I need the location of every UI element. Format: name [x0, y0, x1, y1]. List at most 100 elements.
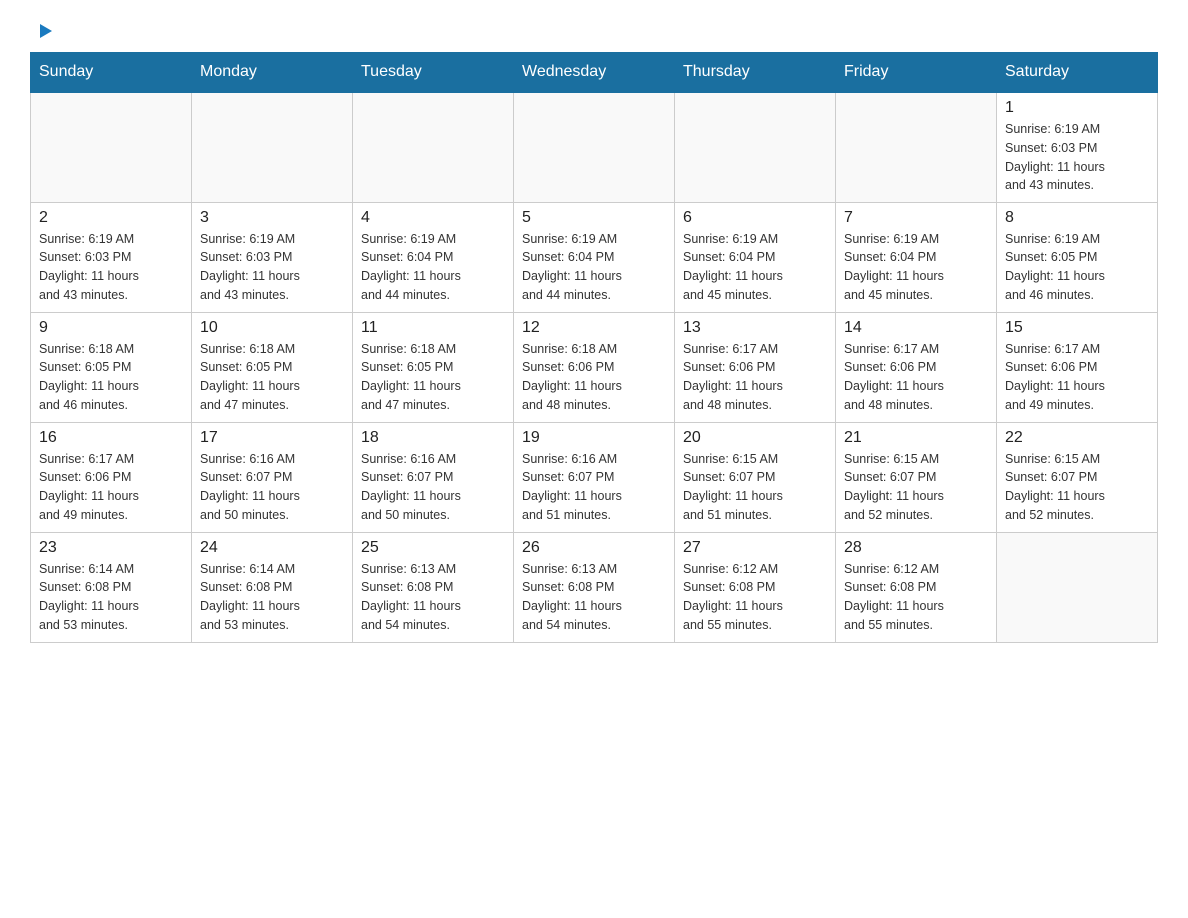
day-number: 6 [683, 209, 827, 227]
calendar-cell: 13 Sunrise: 6:17 AM Sunset: 6:06 PM Dayli… [675, 312, 836, 422]
day-number: 17 [200, 429, 344, 447]
calendar-table: SundayMondayTuesdayWednesdayThursdayFrid… [30, 52, 1158, 643]
page-header [30, 20, 1158, 42]
day-info: Sunrise: 6:16 AM Sunset: 6:07 PM Dayligh… [522, 450, 666, 525]
calendar-cell: 26 Sunrise: 6:13 AM Sunset: 6:08 PM Dayli… [514, 532, 675, 642]
day-info: Sunrise: 6:14 AM Sunset: 6:08 PM Dayligh… [200, 560, 344, 635]
day-number: 22 [1005, 429, 1149, 447]
calendar-cell: 5 Sunrise: 6:19 AM Sunset: 6:04 PM Daylig… [514, 202, 675, 312]
day-info: Sunrise: 6:17 AM Sunset: 6:06 PM Dayligh… [39, 450, 183, 525]
day-info: Sunrise: 6:19 AM Sunset: 6:04 PM Dayligh… [361, 230, 505, 305]
calendar-header-row: SundayMondayTuesdayWednesdayThursdayFrid… [31, 53, 1158, 93]
day-info: Sunrise: 6:19 AM Sunset: 6:03 PM Dayligh… [200, 230, 344, 305]
calendar-header-monday: Monday [192, 53, 353, 93]
day-number: 12 [522, 319, 666, 337]
calendar-cell: 7Sunrise: 6:19 AM Sunset: 6:04 PM Daylig… [836, 202, 997, 312]
day-info: Sunrise: 6:17 AM Sunset: 6:06 PM Dayligh… [844, 340, 988, 415]
day-info: Sunrise: 6:16 AM Sunset: 6:07 PM Dayligh… [361, 450, 505, 525]
day-number: 23 [39, 539, 183, 557]
day-number: 18 [361, 429, 505, 447]
calendar-cell: 12 Sunrise: 6:18 AM Sunset: 6:06 PM Dayli… [514, 312, 675, 422]
day-info: Sunrise: 6:13 AM Sunset: 6:08 PM Dayligh… [522, 560, 666, 635]
day-info: Sunrise: 6:18 AM Sunset: 6:06 PM Dayligh… [522, 340, 666, 415]
day-number: 27 [683, 539, 827, 557]
day-number: 24 [200, 539, 344, 557]
calendar-cell [997, 532, 1158, 642]
calendar-cell: 9 Sunrise: 6:18 AM Sunset: 6:05 PM Daylig… [31, 312, 192, 422]
day-number: 1 [1005, 99, 1149, 117]
day-number: 5 [522, 209, 666, 227]
day-number: 4 [361, 209, 505, 227]
calendar-cell [675, 92, 836, 202]
calendar-cell: 28 Sunrise: 6:12 AM Sunset: 6:08 PM Dayli… [836, 532, 997, 642]
day-info: Sunrise: 6:16 AM Sunset: 6:07 PM Dayligh… [200, 450, 344, 525]
day-info: Sunrise: 6:12 AM Sunset: 6:08 PM Dayligh… [683, 560, 827, 635]
day-number: 16 [39, 429, 183, 447]
calendar-cell [514, 92, 675, 202]
calendar-cell: 11 Sunrise: 6:18 AM Sunset: 6:05 PM Dayli… [353, 312, 514, 422]
day-number: 3 [200, 209, 344, 227]
day-number: 14 [844, 319, 988, 337]
day-number: 13 [683, 319, 827, 337]
calendar-cell: 24 Sunrise: 6:14 AM Sunset: 6:08 PM Dayli… [192, 532, 353, 642]
calendar-cell: 16 Sunrise: 6:17 AM Sunset: 6:06 PM Dayli… [31, 422, 192, 532]
day-number: 26 [522, 539, 666, 557]
day-info: Sunrise: 6:19 AM Sunset: 6:03 PM Dayligh… [39, 230, 183, 305]
day-number: 8 [1005, 209, 1149, 227]
calendar-cell: 15 Sunrise: 6:17 AM Sunset: 6:06 PM Dayli… [997, 312, 1158, 422]
day-info: Sunrise: 6:19 AM Sunset: 6:05 PM Dayligh… [1005, 230, 1149, 305]
day-number: 19 [522, 429, 666, 447]
day-info: Sunrise: 6:12 AM Sunset: 6:08 PM Dayligh… [844, 560, 988, 635]
day-number: 2 [39, 209, 183, 227]
calendar-cell: 3 Sunrise: 6:19 AM Sunset: 6:03 PM Daylig… [192, 202, 353, 312]
calendar-cell: 4 Sunrise: 6:19 AM Sunset: 6:04 PM Daylig… [353, 202, 514, 312]
day-info: Sunrise: 6:15 AM Sunset: 6:07 PM Dayligh… [683, 450, 827, 525]
calendar-week-row: 1Sunrise: 6:19 AM Sunset: 6:03 PM Daylig… [31, 92, 1158, 202]
calendar-cell: 25Sunrise: 6:13 AM Sunset: 6:08 PM Dayli… [353, 532, 514, 642]
day-info: Sunrise: 6:18 AM Sunset: 6:05 PM Dayligh… [200, 340, 344, 415]
logo [30, 20, 54, 42]
day-info: Sunrise: 6:17 AM Sunset: 6:06 PM Dayligh… [1005, 340, 1149, 415]
calendar-cell: 20Sunrise: 6:15 AM Sunset: 6:07 PM Dayli… [675, 422, 836, 532]
day-info: Sunrise: 6:15 AM Sunset: 6:07 PM Dayligh… [844, 450, 988, 525]
calendar-week-row: 2 Sunrise: 6:19 AM Sunset: 6:03 PM Daylig… [31, 202, 1158, 312]
day-number: 9 [39, 319, 183, 337]
day-info: Sunrise: 6:13 AM Sunset: 6:08 PM Dayligh… [361, 560, 505, 635]
day-number: 15 [1005, 319, 1149, 337]
calendar-week-row: 23 Sunrise: 6:14 AM Sunset: 6:08 PM Dayli… [31, 532, 1158, 642]
day-info: Sunrise: 6:15 AM Sunset: 6:07 PM Dayligh… [1005, 450, 1149, 525]
calendar-cell [353, 92, 514, 202]
day-number: 28 [844, 539, 988, 557]
calendar-cell: 19 Sunrise: 6:16 AM Sunset: 6:07 PM Dayli… [514, 422, 675, 532]
calendar-header-tuesday: Tuesday [353, 53, 514, 93]
day-info: Sunrise: 6:18 AM Sunset: 6:05 PM Dayligh… [361, 340, 505, 415]
calendar-cell: 6Sunrise: 6:19 AM Sunset: 6:04 PM Daylig… [675, 202, 836, 312]
day-number: 21 [844, 429, 988, 447]
calendar-cell: 14 Sunrise: 6:17 AM Sunset: 6:06 PM Dayli… [836, 312, 997, 422]
day-number: 10 [200, 319, 344, 337]
day-info: Sunrise: 6:14 AM Sunset: 6:08 PM Dayligh… [39, 560, 183, 635]
calendar-cell: 8 Sunrise: 6:19 AM Sunset: 6:05 PM Daylig… [997, 202, 1158, 312]
day-info: Sunrise: 6:19 AM Sunset: 6:04 PM Dayligh… [522, 230, 666, 305]
calendar-cell [836, 92, 997, 202]
day-info: Sunrise: 6:19 AM Sunset: 6:04 PM Dayligh… [844, 230, 988, 305]
calendar-cell: 17 Sunrise: 6:16 AM Sunset: 6:07 PM Dayli… [192, 422, 353, 532]
calendar-week-row: 9 Sunrise: 6:18 AM Sunset: 6:05 PM Daylig… [31, 312, 1158, 422]
calendar-cell: 22 Sunrise: 6:15 AM Sunset: 6:07 PM Dayli… [997, 422, 1158, 532]
calendar-cell [31, 92, 192, 202]
calendar-cell: 1Sunrise: 6:19 AM Sunset: 6:03 PM Daylig… [997, 92, 1158, 202]
calendar-header-thursday: Thursday [675, 53, 836, 93]
day-info: Sunrise: 6:18 AM Sunset: 6:05 PM Dayligh… [39, 340, 183, 415]
calendar-cell: 2 Sunrise: 6:19 AM Sunset: 6:03 PM Daylig… [31, 202, 192, 312]
calendar-cell: 27 Sunrise: 6:12 AM Sunset: 6:08 PM Dayli… [675, 532, 836, 642]
calendar-cell: 10 Sunrise: 6:18 AM Sunset: 6:05 PM Dayli… [192, 312, 353, 422]
day-number: 11 [361, 319, 505, 337]
calendar-header-sunday: Sunday [31, 53, 192, 93]
calendar-header-saturday: Saturday [997, 53, 1158, 93]
calendar-week-row: 16 Sunrise: 6:17 AM Sunset: 6:06 PM Dayli… [31, 422, 1158, 532]
calendar-cell: 21 Sunrise: 6:15 AM Sunset: 6:07 PM Dayli… [836, 422, 997, 532]
logo-triangle-icon [32, 20, 54, 42]
calendar-cell: 18 Sunrise: 6:16 AM Sunset: 6:07 PM Dayli… [353, 422, 514, 532]
day-info: Sunrise: 6:17 AM Sunset: 6:06 PM Dayligh… [683, 340, 827, 415]
calendar-header-friday: Friday [836, 53, 997, 93]
